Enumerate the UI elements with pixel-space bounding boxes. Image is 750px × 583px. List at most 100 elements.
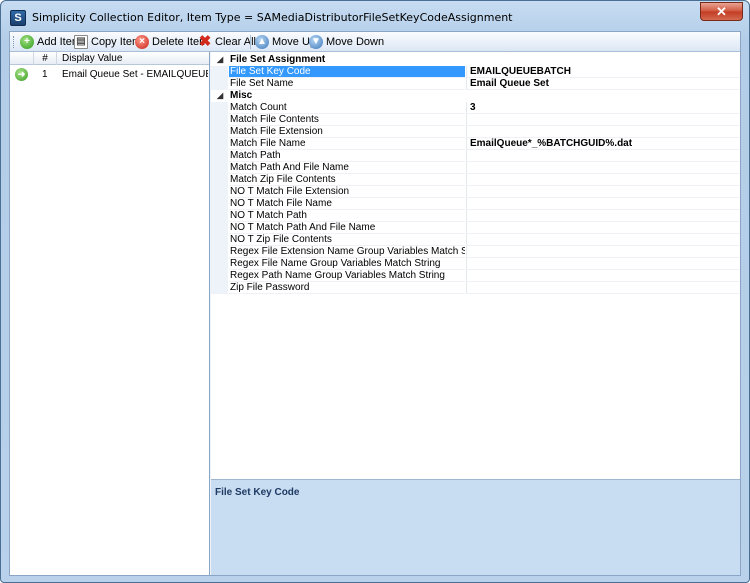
move-down-label: Move Down: [326, 36, 385, 48]
description-pane: File Set Key Code: [211, 479, 740, 575]
row-gutter: [211, 246, 228, 258]
property-row[interactable]: NO T Match Path: [211, 210, 740, 222]
property-row[interactable]: Match Path And File Name: [211, 162, 740, 174]
arrow-down-icon: ▼: [309, 35, 323, 49]
property-value[interactable]: [466, 210, 740, 222]
row-gutter: [211, 78, 228, 90]
property-name: Match File Extension: [229, 126, 465, 138]
description-title: File Set Key Code: [215, 487, 300, 498]
list-item-number: 1: [42, 69, 48, 80]
property-value[interactable]: [466, 270, 740, 282]
property-name: NO T Match File Name: [229, 198, 465, 210]
property-value[interactable]: [466, 174, 740, 186]
property-name: Match File Name: [229, 138, 465, 150]
property-row[interactable]: Match Count 3: [211, 102, 740, 114]
property-value[interactable]: [466, 246, 740, 258]
property-name: NO T Match Path And File Name: [229, 222, 465, 234]
property-row[interactable]: Regex File Name Group Variables Match St…: [211, 258, 740, 270]
property-name: NO T Match Path: [229, 210, 465, 222]
row-gutter: [211, 114, 228, 126]
add-item-button[interactable]: + Add Item: [19, 33, 81, 51]
column-header-number[interactable]: #: [33, 52, 57, 65]
category-misc[interactable]: ◢ Misc: [211, 90, 740, 102]
property-row[interactable]: Match File Name EmailQueue*_%BATCHGUID%.…: [211, 138, 740, 150]
arrow-up-icon: ▲: [255, 35, 269, 49]
current-row-arrow-icon: ➜: [15, 68, 28, 81]
property-name: NO T Match File Extension: [229, 186, 465, 198]
plus-icon: +: [20, 35, 34, 49]
row-gutter: [211, 258, 228, 270]
property-row[interactable]: File Set Name Email Queue Set: [211, 78, 740, 90]
row-gutter: [211, 162, 228, 174]
collection-editor-window: S Simplicity Collection Editor, Item Typ…: [0, 0, 750, 583]
property-name: Regex File Name Group Variables Match St…: [229, 258, 465, 270]
property-value[interactable]: 3: [466, 102, 740, 114]
property-row[interactable]: Regex Path Name Group Variables Match St…: [211, 270, 740, 282]
property-value[interactable]: [466, 258, 740, 270]
property-row[interactable]: NO T Match Path And File Name: [211, 222, 740, 234]
property-name: Match Path: [229, 150, 465, 162]
red-x-icon: ✖: [198, 33, 212, 50]
property-value[interactable]: EmailQueue*_%BATCHGUID%.dat: [466, 138, 740, 150]
property-value[interactable]: [466, 150, 740, 162]
property-value[interactable]: [466, 222, 740, 234]
property-row[interactable]: Zip File Password: [211, 282, 740, 294]
list-item-display-value: Email Queue Set - EMAILQUEUEBAT...: [62, 69, 208, 80]
property-value[interactable]: Email Queue Set: [466, 78, 740, 90]
column-header-display-value[interactable]: Display Value: [62, 52, 122, 65]
category-file-set-assignment[interactable]: ◢ File Set Assignment: [211, 54, 740, 66]
property-name: Regex File Extension Name Group Variable…: [229, 246, 465, 258]
property-row[interactable]: NO T Match File Name: [211, 198, 740, 210]
property-row[interactable]: Regex File Extension Name Group Variable…: [211, 246, 740, 258]
property-row[interactable]: Match File Extension: [211, 126, 740, 138]
property-value[interactable]: [466, 282, 740, 294]
items-list[interactable]: # Display Value ➜ 1 Email Queue Set - EM…: [10, 52, 210, 575]
row-gutter: [211, 198, 228, 210]
row-gutter: [211, 66, 228, 78]
property-name: Match File Contents: [229, 114, 465, 126]
editor-body: + Add Item ▤ Copy Item × Delete Item ✖ C…: [9, 31, 741, 576]
property-value[interactable]: [466, 162, 740, 174]
property-name: NO T Zip File Contents: [229, 234, 465, 246]
property-value[interactable]: [466, 234, 740, 246]
category-label: Misc: [230, 90, 253, 101]
title-bar[interactable]: S Simplicity Collection Editor, Item Typ…: [1, 1, 749, 31]
toolbar: + Add Item ▤ Copy Item × Delete Item ✖ C…: [10, 32, 740, 52]
row-gutter: [211, 270, 228, 282]
collapse-icon[interactable]: ◢: [217, 90, 223, 102]
list-item[interactable]: ➜ 1 Email Queue Set - EMAILQUEUEBAT...: [10, 66, 209, 84]
row-gutter: [211, 210, 228, 222]
window-title: Simplicity Collection Editor, Item Type …: [32, 11, 513, 24]
property-name: Match Path And File Name: [229, 162, 465, 174]
property-value[interactable]: [466, 126, 740, 138]
close-button[interactable]: ✕: [700, 2, 743, 21]
property-row[interactable]: Match Path: [211, 150, 740, 162]
property-row[interactable]: NO T Zip File Contents: [211, 234, 740, 246]
property-name: Match Zip File Contents: [229, 174, 465, 186]
property-row[interactable]: Match Zip File Contents: [211, 174, 740, 186]
category-label: File Set Assignment: [230, 54, 326, 65]
property-name: File Set Key Code: [229, 66, 465, 78]
move-down-button[interactable]: ▼ Move Down: [308, 33, 384, 51]
list-header: # Display Value: [10, 52, 209, 65]
toolbar-grip[interactable]: [13, 36, 16, 48]
row-gutter: [211, 138, 228, 150]
property-row[interactable]: File Set Key Code EMAILQUEUEBATCH: [211, 66, 740, 78]
move-up-button[interactable]: ▲ Move Up: [254, 33, 316, 51]
property-value[interactable]: [466, 114, 740, 126]
row-gutter: [211, 150, 228, 162]
property-name: File Set Name: [229, 78, 465, 90]
clear-all-button[interactable]: ✖ Clear All: [197, 33, 256, 51]
property-value[interactable]: [466, 198, 740, 210]
property-name: Match Count: [229, 102, 465, 114]
property-row[interactable]: Match File Contents: [211, 114, 740, 126]
property-name: Regex Path Name Group Variables Match St…: [229, 270, 465, 282]
collapse-icon[interactable]: ◢: [217, 54, 223, 66]
property-value[interactable]: EMAILQUEUEBATCH: [466, 66, 740, 78]
row-gutter: [211, 282, 228, 294]
property-value[interactable]: [466, 186, 740, 198]
copy-item-button[interactable]: ▤ Copy Item: [73, 33, 141, 51]
row-gutter: [211, 222, 228, 234]
row-gutter: [211, 126, 228, 138]
property-row[interactable]: NO T Match File Extension: [211, 186, 740, 198]
